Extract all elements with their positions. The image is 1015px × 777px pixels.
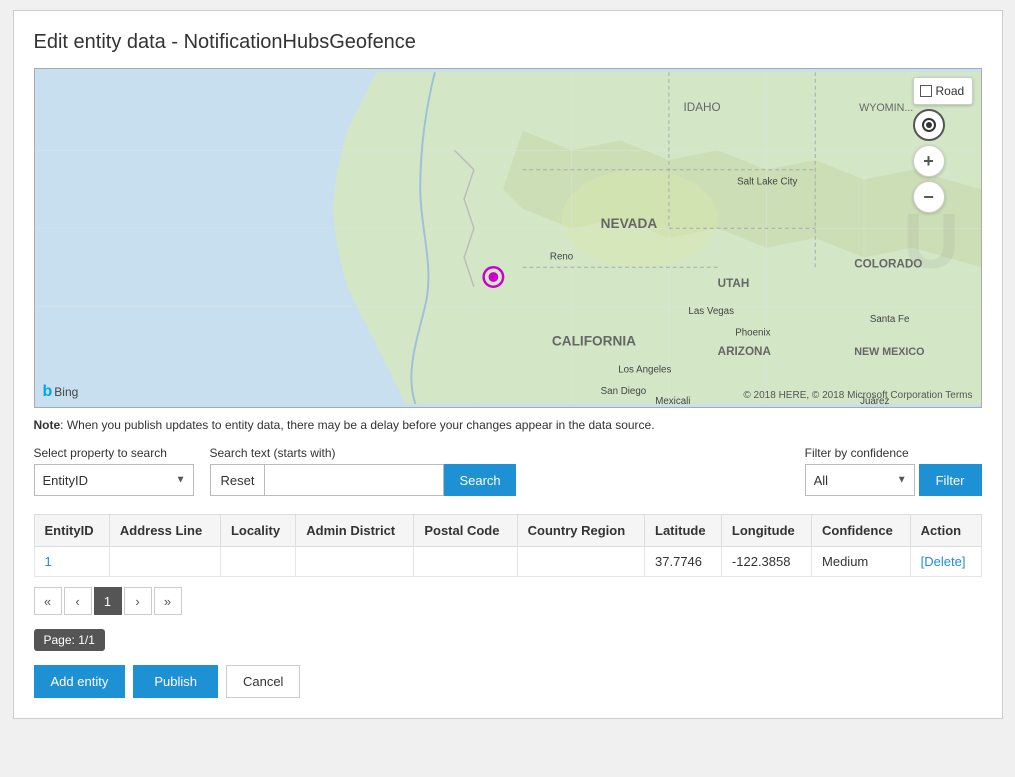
page-info: Page: 1/1 <box>34 629 105 651</box>
col-locality: Locality <box>220 515 295 547</box>
footer-actions: Add entity Publish Cancel <box>34 665 982 698</box>
svg-text:ARIZONA: ARIZONA <box>717 345 771 358</box>
svg-text:San Diego: San Diego <box>600 386 646 397</box>
note-body: : When you publish updates to entity dat… <box>60 418 654 432</box>
cell-address-line <box>109 547 220 577</box>
confidence-filter-group: Filter by confidence All High Medium Low… <box>805 446 982 496</box>
svg-text:Mexicali: Mexicali <box>655 396 690 407</box>
note-bold: Note <box>34 418 61 432</box>
property-label: Select property to search <box>34 446 194 460</box>
data-table: EntityID Address Line Locality Admin Dis… <box>34 514 982 577</box>
entity-id-link[interactable]: 1 <box>45 554 52 569</box>
filter-select[interactable]: All High Medium Low <box>805 464 915 496</box>
table-row: 1 37.7746 -122.3858 Medium [Delete] <box>34 547 981 577</box>
main-container: Edit entity data - NotificationHubsGeofe… <box>13 10 1003 719</box>
svg-text:WYOMIN...: WYOMIN... <box>859 102 913 114</box>
prev-page-button[interactable]: ‹ <box>64 587 92 615</box>
svg-text:Salt Lake City: Salt Lake City <box>737 176 797 187</box>
cell-locality <box>220 547 295 577</box>
map-controls: Road + − <box>913 77 973 213</box>
first-page-button[interactable]: « <box>34 587 62 615</box>
map-copyright: © 2018 HERE, © 2018 Microsoft Corporatio… <box>743 390 972 401</box>
next-page-button[interactable]: › <box>124 587 152 615</box>
cell-postal-code <box>414 547 517 577</box>
search-row: Select property to search EntityID Addre… <box>34 446 982 496</box>
locator-dot <box>926 122 932 128</box>
filter-group: Filter by confidence All High Medium Low… <box>805 446 982 496</box>
svg-text:UTAH: UTAH <box>717 277 749 290</box>
locator-inner <box>922 118 936 132</box>
svg-text:Las Vegas: Las Vegas <box>688 306 734 317</box>
col-entity-id: EntityID <box>34 515 109 547</box>
property-search-group: Select property to search EntityID Addre… <box>34 446 194 496</box>
search-button[interactable]: Search <box>444 464 515 496</box>
cell-confidence: Medium <box>812 547 911 577</box>
cell-entity-id: 1 <box>34 547 109 577</box>
locator-button[interactable] <box>913 109 945 141</box>
col-address-line: Address Line <box>109 515 220 547</box>
cell-latitude: 37.7746 <box>645 547 722 577</box>
svg-text:NEW MEXICO: NEW MEXICO <box>854 346 924 358</box>
road-toggle-button[interactable]: Road <box>913 77 973 105</box>
search-input[interactable] <box>264 464 444 496</box>
col-admin-district: Admin District <box>296 515 414 547</box>
add-entity-button[interactable]: Add entity <box>34 665 126 698</box>
bing-logo: b Bing <box>43 383 79 401</box>
search-text-group: Search text (starts with) Reset Search <box>210 446 516 496</box>
zoom-in-button[interactable]: + <box>913 145 945 177</box>
pagination: « ‹ 1 › » <box>34 587 982 615</box>
filter-label: Filter by confidence <box>805 446 982 460</box>
delete-link[interactable]: [Delete] <box>921 554 966 569</box>
svg-text:Santa Fe: Santa Fe <box>869 314 909 325</box>
col-action: Action <box>910 515 981 547</box>
cell-country-region <box>517 547 644 577</box>
zoom-out-button[interactable]: − <box>913 181 945 213</box>
map-container: NEVADA CALIFORNIA UTAH COLORADO ARIZONA … <box>34 68 982 408</box>
cancel-button[interactable]: Cancel <box>226 665 300 698</box>
publish-button[interactable]: Publish <box>133 665 218 698</box>
svg-text:CALIFORNIA: CALIFORNIA <box>551 333 635 348</box>
current-page-button[interactable]: 1 <box>94 587 122 615</box>
bing-label: Bing <box>54 385 78 399</box>
filter-select-wrapper: All High Medium Low ▼ <box>805 464 915 496</box>
page-title: Edit entity data - NotificationHubsGeofe… <box>34 31 982 54</box>
svg-text:Los Angeles: Los Angeles <box>618 365 671 376</box>
svg-text:Phoenix: Phoenix <box>735 328 770 339</box>
cell-longitude: -122.3858 <box>721 547 811 577</box>
reset-button[interactable]: Reset <box>210 464 265 496</box>
svg-text:IDAHO: IDAHO <box>683 101 720 114</box>
note-text: Note: When you publish updates to entity… <box>34 418 982 432</box>
property-select-wrapper: EntityID Address Line Locality Admin Dis… <box>34 464 194 496</box>
col-latitude: Latitude <box>645 515 722 547</box>
last-page-button[interactable]: » <box>154 587 182 615</box>
col-postal-code: Postal Code <box>414 515 517 547</box>
col-country-region: Country Region <box>517 515 644 547</box>
table-header-row: EntityID Address Line Locality Admin Dis… <box>34 515 981 547</box>
col-longitude: Longitude <box>721 515 811 547</box>
road-label: Road <box>936 84 965 98</box>
search-input-group: Reset Search <box>210 464 516 496</box>
col-confidence: Confidence <box>812 515 911 547</box>
filter-button[interactable]: Filter <box>919 464 982 496</box>
search-text-label: Search text (starts with) <box>210 446 516 460</box>
svg-text:NEVADA: NEVADA <box>600 216 657 231</box>
property-select[interactable]: EntityID Address Line Locality Admin Dis… <box>34 464 194 496</box>
road-checkbox <box>920 85 932 97</box>
cell-admin-district <box>296 547 414 577</box>
cell-action: [Delete] <box>910 547 981 577</box>
svg-text:Reno: Reno <box>549 251 573 262</box>
